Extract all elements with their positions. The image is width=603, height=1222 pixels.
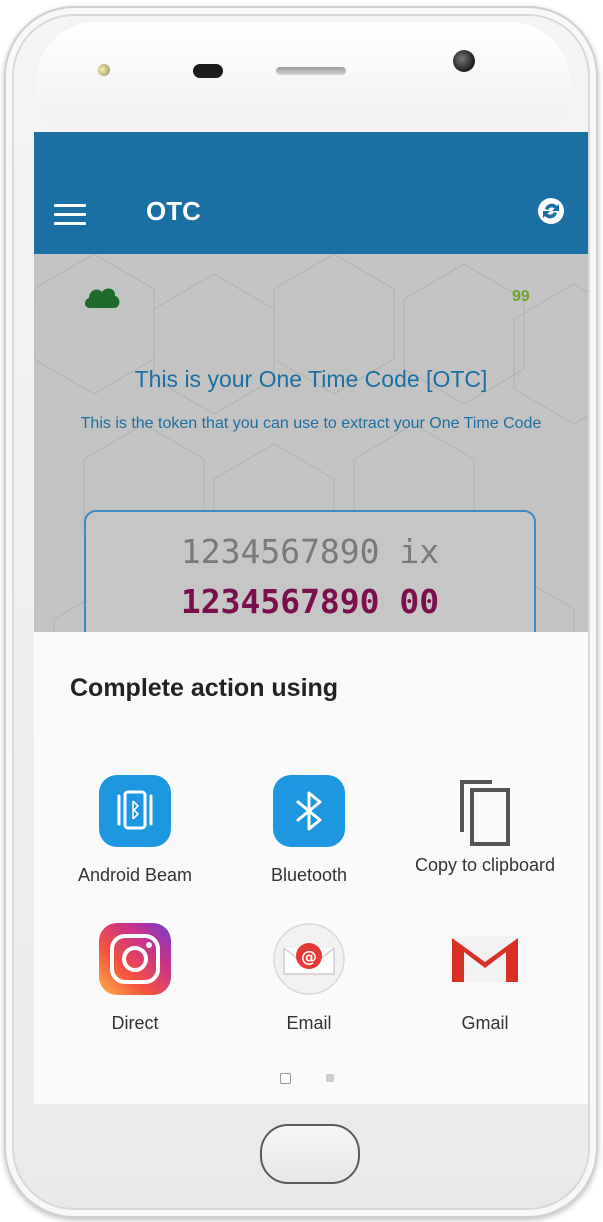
otc-heading: This is your One Time Code [OTC]	[134, 366, 488, 392]
pager-dot-active[interactable]	[280, 1073, 291, 1084]
email-icon: @	[272, 922, 346, 996]
app-bar: OTC	[34, 132, 588, 254]
share-option-label: Android Beam	[77, 865, 193, 885]
share-option-label: Bluetooth	[270, 865, 348, 885]
share-sheet-title: Complete action using	[70, 674, 339, 702]
otc-code-line-2: 1234567890 00	[180, 582, 440, 621]
home-button[interactable]	[260, 1124, 360, 1184]
gmail-icon	[448, 922, 522, 996]
sensor-dot	[193, 64, 223, 78]
token-counter: 99	[512, 288, 530, 305]
front-camera	[453, 50, 475, 72]
share-option-label: Email	[286, 1013, 332, 1033]
share-option-label: Copy to clipboard	[414, 855, 556, 875]
otc-subtitle: This is the token that you can use to ex…	[80, 415, 542, 432]
android-beam-icon	[98, 774, 172, 848]
share-option-label: Gmail	[461, 1013, 509, 1033]
phone-screen: OTC 99 This is your One Time Code [OTC] …	[34, 132, 588, 1104]
earpiece-speaker	[276, 67, 346, 75]
share-sheet: Complete action using Android Beam Bluet…	[34, 632, 588, 1104]
bluetooth-icon	[272, 774, 346, 848]
otc-code-line-1: 1234567890 ix	[180, 532, 440, 571]
app-title: OTC	[146, 196, 201, 226]
cloud-icon	[82, 284, 122, 310]
pager-dot-inactive[interactable]	[326, 1074, 334, 1082]
instagram-icon	[98, 922, 172, 996]
sync-icon[interactable]	[536, 196, 566, 226]
share-option-label: Direct	[111, 1013, 159, 1033]
share-sheet-pager	[280, 1072, 340, 1084]
menu-icon[interactable]	[54, 204, 86, 225]
otc-code-box: 1234567890 ix 1234567890 00	[84, 510, 536, 648]
svg-text:@: @	[301, 947, 317, 966]
copy-icon	[448, 774, 522, 848]
